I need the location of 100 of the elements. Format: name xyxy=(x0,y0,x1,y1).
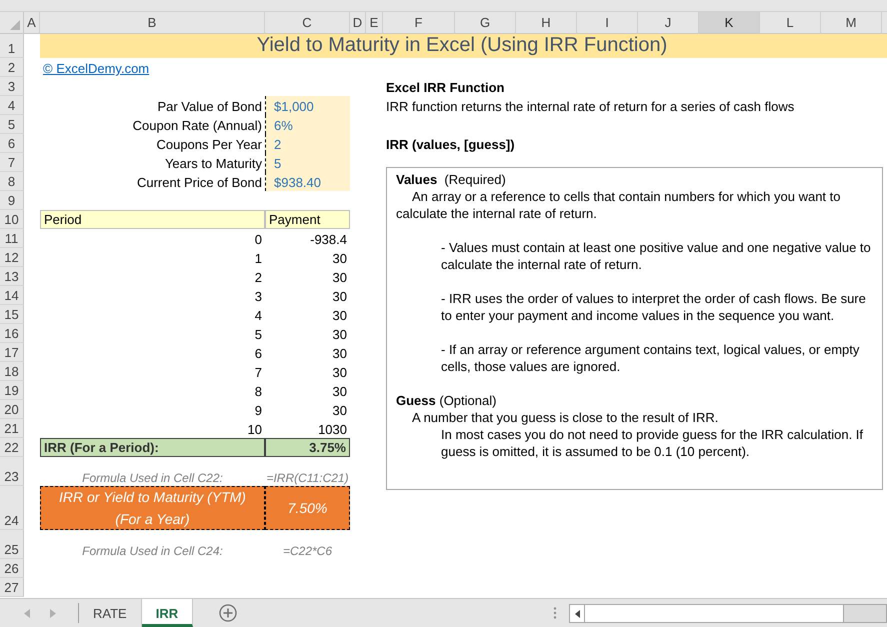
input-value: 5 xyxy=(265,153,350,172)
function-description: IRR function returns the internal rate of return for a series of cash flows xyxy=(385,98,796,115)
table-cell-text: -938.4 xyxy=(309,231,348,248)
row-header[interactable]: 12 xyxy=(0,248,24,267)
input-label: Par Value of Bond xyxy=(156,98,263,115)
row-header[interactable]: 20 xyxy=(0,400,24,419)
column-header[interactable]: C xyxy=(265,12,350,34)
row-header[interactable]: 23 xyxy=(0,457,24,486)
sheet-title: Yield to Maturity in Excel (Using IRR Function) xyxy=(40,34,887,58)
column-header[interactable]: M xyxy=(821,12,882,34)
row-header[interactable]: 19 xyxy=(0,381,24,400)
column-header[interactable]: J xyxy=(638,12,699,34)
column-header[interactable]: E xyxy=(366,12,383,34)
table-cell-text: 30 xyxy=(332,383,348,400)
row-header[interactable]: 21 xyxy=(0,419,24,438)
table-header: Payment xyxy=(265,210,350,229)
row-header[interactable]: 2 xyxy=(0,58,24,77)
table-cell-text: 30 xyxy=(332,269,348,286)
table-cell-text: 30 xyxy=(332,345,348,362)
table-cell-text: 4 xyxy=(254,307,263,324)
function-syntax: IRR (values, [guess]) xyxy=(385,136,516,153)
row-header[interactable]: 4 xyxy=(0,96,24,115)
input-label: Years to Maturity xyxy=(164,155,263,172)
column-header[interactable]: B xyxy=(40,12,265,34)
input-value: 2 xyxy=(265,134,350,153)
row-header[interactable]: 22 xyxy=(0,438,24,457)
scroll-arrow-icon[interactable] xyxy=(574,610,580,618)
add-sheet-icon[interactable] xyxy=(219,604,238,622)
column-header[interactable]: K xyxy=(699,12,760,34)
row-header[interactable]: 6 xyxy=(0,134,24,153)
table-cell-text: 0 xyxy=(254,231,263,248)
formula-text: =C22*C6 xyxy=(282,543,334,559)
text-box-paragraph: Values (Required) xyxy=(396,171,507,188)
row-header[interactable]: 1 xyxy=(0,34,24,58)
scroll-right-icon[interactable] xyxy=(50,608,56,618)
ytm-value: 7.50% xyxy=(265,486,350,530)
row-header[interactable]: 11 xyxy=(0,229,24,248)
row-header[interactable]: 24 xyxy=(0,486,24,530)
formula-text: =IRR(C11:C21) xyxy=(265,470,350,486)
function-heading: Excel IRR Function xyxy=(385,79,506,96)
input-value: $938.40 xyxy=(265,172,350,191)
row-header[interactable]: 26 xyxy=(0,559,24,578)
text-box-paragraph: - Values must contain at least one positive value and one negative value to calculate the internal rate of return. xyxy=(440,239,872,273)
row-header[interactable]: 14 xyxy=(0,286,24,305)
sheet-tab[interactable]: IRR xyxy=(142,599,194,627)
table-cell-text: 8 xyxy=(254,383,263,400)
table-cell-text: 3 xyxy=(254,288,263,305)
text-box-paragraph: A number that you guess is close to the result of IRR. xyxy=(411,409,720,426)
column-header[interactable]: A xyxy=(24,12,40,34)
input-value: $1,000 xyxy=(265,96,350,115)
row-header[interactable]: 9 xyxy=(0,191,24,210)
table-cell-text: 30 xyxy=(332,364,348,381)
row-header[interactable]: 27 xyxy=(0,578,24,597)
input-label: Coupons Per Year xyxy=(155,136,263,153)
scroll-left-icon[interactable] xyxy=(24,608,30,618)
row-header[interactable]: 10 xyxy=(0,210,24,229)
table-cell-text: 30 xyxy=(332,402,348,419)
text-box-paragraph: In most cases you do not need to provide guess for the IRR calculation. If guess is omitted, it is assumed to be 0.1 (10 percent). xyxy=(440,426,864,460)
row-header[interactable]: 16 xyxy=(0,324,24,343)
table-cell-text: 1030 xyxy=(317,421,348,438)
column-header[interactable]: I xyxy=(577,12,638,34)
text-box-paragraph: - If an array or reference argument contains text, logical values, or empty cells, those values are ignored. xyxy=(440,341,860,375)
row-header[interactable]: 15 xyxy=(0,305,24,324)
table-cell-text: 2 xyxy=(254,269,263,286)
row-header[interactable]: 8 xyxy=(0,172,24,191)
table-cell-text: 6 xyxy=(254,345,263,362)
text-box-paragraph: An array or a reference to cells that contain numbers for which you want to calculate the internal rate of return. xyxy=(396,188,842,222)
table-cell-text: 5 xyxy=(254,326,263,343)
table-cell-text: 9 xyxy=(254,402,263,419)
row-header[interactable]: 13 xyxy=(0,267,24,286)
text-box-paragraph: Guess (Optional) xyxy=(396,392,498,409)
splitter-dots-icon[interactable] xyxy=(553,607,557,619)
ytm-label: IRR or Yield to Maturity (YTM) (For a Year) xyxy=(40,486,265,530)
irr-label: IRR (For a Period): xyxy=(40,438,265,457)
horizontal-scrollbar[interactable] xyxy=(569,604,887,623)
column-header[interactable]: G xyxy=(455,12,516,34)
input-label: Current Price of Bond xyxy=(136,174,263,191)
website-link[interactable]: © ExcelDemy.com xyxy=(43,61,150,76)
column-header[interactable]: L xyxy=(760,12,821,34)
formula-label: Formula Used in Cell C24: xyxy=(81,543,224,559)
row-header[interactable]: 25 xyxy=(0,530,24,559)
table-cell-text: 30 xyxy=(332,307,348,324)
input-label: Coupon Rate (Annual) xyxy=(132,117,263,134)
column-header[interactable]: F xyxy=(383,12,455,34)
table-cell-text: 30 xyxy=(332,288,348,305)
text-box-paragraph: - IRR uses the order of values to interpret the order of cash flows. Be sure to enter your payment and income values in the sequence you want. xyxy=(440,290,867,324)
formula-label: Formula Used in Cell C22: xyxy=(81,470,224,486)
table-cell-text: 30 xyxy=(332,326,348,343)
row-header[interactable]: 18 xyxy=(0,362,24,381)
select-all-icon[interactable] xyxy=(10,20,20,30)
table-header: Period xyxy=(40,210,265,229)
row-header[interactable]: 7 xyxy=(0,153,24,172)
input-value: 6% xyxy=(265,115,350,134)
table-cell-text: 1 xyxy=(254,250,263,267)
column-header[interactable]: D xyxy=(350,12,366,34)
row-header[interactable]: 17 xyxy=(0,343,24,362)
row-header[interactable]: 5 xyxy=(0,115,24,134)
column-header[interactable]: H xyxy=(516,12,577,34)
row-header[interactable]: 3 xyxy=(0,77,24,96)
table-cell-text: 7 xyxy=(254,364,263,381)
